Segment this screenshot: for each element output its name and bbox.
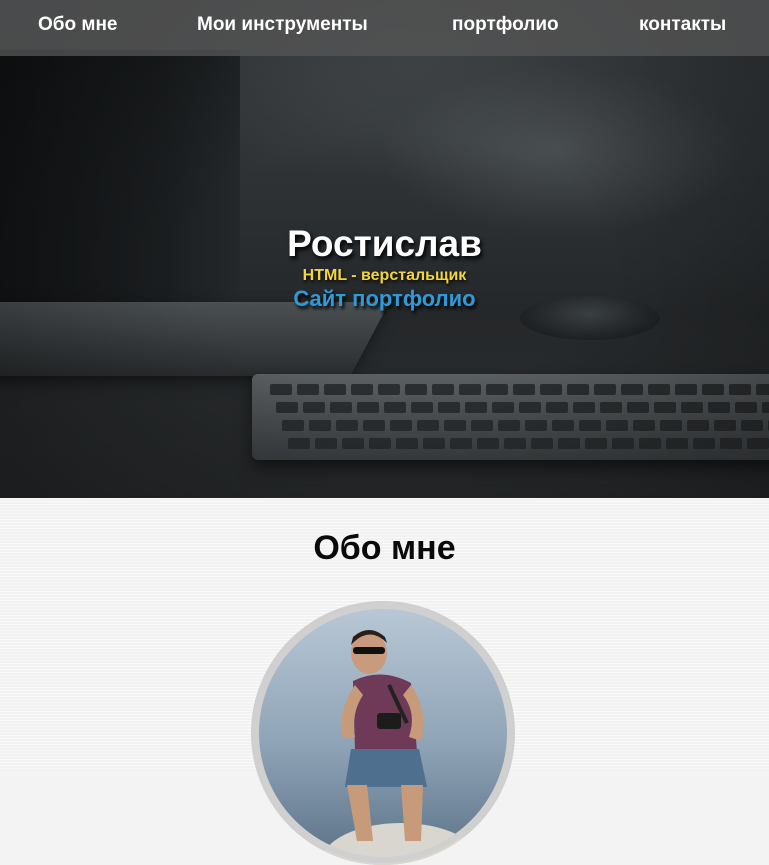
person-photo-icon: [253, 603, 513, 865]
nav-link-about[interactable]: Обо мне: [38, 14, 118, 36]
nav-link-portfolio[interactable]: портфолио: [452, 14, 559, 36]
nav-link-contacts[interactable]: контакты: [639, 14, 726, 36]
hero-role: HTML - верстальщик: [302, 267, 467, 284]
hero-subtitle: Сайт портфолио: [293, 286, 476, 311]
about-section: Обо мне: [0, 498, 769, 865]
hero-heading-block: Ростислав HTML - верстальщик Сайт портфо…: [0, 222, 769, 312]
top-navigation: Обо мне Мои инструменты портфолио контак…: [0, 0, 769, 56]
about-title: Обо мне: [313, 529, 456, 567]
hero-name: Ростислав: [287, 223, 482, 264]
nav-link-tools[interactable]: Мои инструменты: [197, 14, 368, 36]
avatar: [251, 601, 515, 865]
